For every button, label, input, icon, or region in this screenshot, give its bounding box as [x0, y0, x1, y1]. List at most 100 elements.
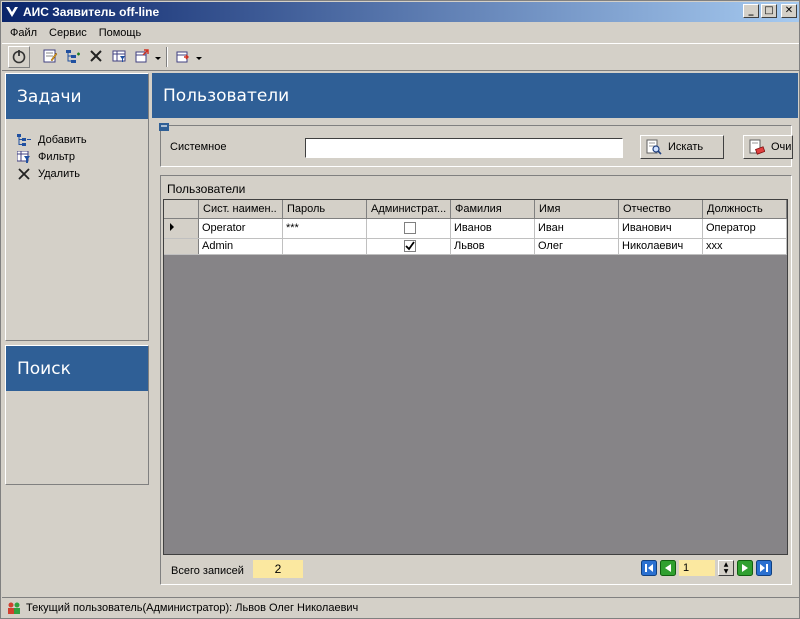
edit-button[interactable]: [39, 46, 61, 68]
last-page-button[interactable]: [756, 560, 772, 576]
import-icon: [175, 48, 191, 67]
current-row-icon: [170, 222, 174, 231]
cell-first-name[interactable]: Иван: [534, 218, 619, 239]
task-add[interactable]: Добавить: [16, 131, 148, 148]
row-header-corner: [164, 200, 199, 219]
tasks-title: Задачи: [6, 74, 148, 119]
table-row[interactable]: Admin Львов Олег Николаевич ххх: [164, 238, 787, 255]
first-page-icon: [641, 560, 657, 576]
title-bar[interactable]: АИС Заявитель off-line _ □ ✕: [2, 2, 799, 22]
export-icon: [134, 48, 150, 67]
menu-help[interactable]: Помощь: [93, 27, 148, 39]
status-text: Текущий пользователь(Администратор): Льв…: [26, 602, 359, 614]
left-pane: Задачи Добавить Фильтр Удалить Поиск: [5, 73, 149, 485]
admin-checkbox[interactable]: [404, 222, 416, 234]
filter-icon: [111, 48, 127, 67]
search-button-label: Искать: [668, 141, 704, 153]
column-header-last-name[interactable]: Фамилия: [450, 200, 535, 219]
cell-login[interactable]: Operator: [198, 218, 283, 239]
search-icon: [646, 139, 662, 155]
window-title: АИС Заявитель off-line: [23, 5, 160, 19]
main-area: Пользователи Системное Искать Очи Пользо…: [152, 73, 798, 592]
page-number-input[interactable]: 1: [679, 560, 715, 576]
users-grid[interactable]: Сист. наимен.. Пароль Администрат... Фам…: [163, 199, 788, 555]
search-button[interactable]: Искать: [640, 135, 724, 159]
task-list: Добавить Фильтр Удалить: [6, 119, 148, 182]
delete-icon: [16, 167, 32, 181]
filter-icon: [16, 150, 32, 164]
users-icon: [6, 601, 22, 615]
cell-admin[interactable]: [366, 238, 451, 255]
users-table: Сист. наимен.. Пароль Администрат... Фам…: [164, 200, 787, 255]
clear-button[interactable]: Очи: [743, 135, 793, 159]
add-icon: [16, 133, 32, 147]
chevron-down-icon: [196, 51, 202, 64]
column-header-password[interactable]: Пароль: [282, 200, 367, 219]
page-title: Пользователи: [152, 73, 798, 118]
cell-last-name[interactable]: Львов: [450, 238, 535, 255]
row-selector[interactable]: [164, 218, 199, 239]
first-page-button[interactable]: [641, 560, 657, 576]
menu-service[interactable]: Сервис: [43, 27, 93, 39]
maximize-button[interactable]: □: [761, 4, 777, 18]
system-name-label: Системное: [170, 141, 227, 153]
spin-up-icon[interactable]: ▲: [719, 561, 733, 568]
tasks-panel: Задачи Добавить Фильтр Удалить: [5, 73, 149, 341]
filter-panel: Системное Искать Очи: [159, 123, 793, 167]
toolbar-separator: [166, 47, 168, 67]
chevron-down-icon: [155, 51, 161, 64]
cell-position[interactable]: Оператор: [702, 218, 787, 239]
column-header-admin[interactable]: Администрат...: [366, 200, 451, 219]
cell-password[interactable]: [282, 238, 367, 255]
task-add-label: Добавить: [38, 133, 87, 146]
next-page-button[interactable]: [737, 560, 753, 576]
column-header-login[interactable]: Сист. наимен..: [198, 200, 283, 219]
task-filter[interactable]: Фильтр: [16, 148, 148, 165]
cell-admin[interactable]: [366, 218, 451, 239]
system-name-input[interactable]: [305, 138, 623, 158]
next-page-icon: [737, 560, 753, 576]
minimize-button[interactable]: _: [743, 4, 759, 18]
clear-icon: [749, 139, 765, 155]
edit-icon: [42, 48, 58, 67]
delete-button[interactable]: [85, 46, 107, 68]
table-row[interactable]: Operator *** Иванов Иван Иванович Операт…: [164, 218, 787, 239]
power-button[interactable]: [8, 46, 30, 68]
search-panel: Поиск: [5, 345, 149, 485]
total-records-label: Всего записей: [171, 565, 244, 577]
delete-icon: [88, 48, 104, 67]
task-delete-label: Удалить: [38, 167, 80, 180]
admin-checkbox[interactable]: [404, 240, 416, 252]
add-button[interactable]: [62, 46, 84, 68]
task-delete[interactable]: Удалить: [16, 165, 148, 182]
column-header-first-name[interactable]: Имя: [534, 200, 619, 219]
toolbar: [2, 43, 799, 71]
app-logo-icon: [5, 5, 19, 19]
cell-middle-name[interactable]: Николаевич: [618, 238, 703, 255]
prev-page-button[interactable]: [660, 560, 676, 576]
row-selector[interactable]: [164, 238, 199, 255]
cell-login[interactable]: Admin: [198, 238, 283, 255]
grid-title: Пользователи: [167, 182, 246, 196]
import-button[interactable]: [172, 46, 194, 68]
cell-last-name[interactable]: Иванов: [450, 218, 535, 239]
total-records-value: 2: [253, 560, 303, 578]
column-header-position[interactable]: Должность: [702, 200, 787, 219]
export-dropdown[interactable]: [154, 46, 162, 68]
filter-button[interactable]: [108, 46, 130, 68]
cell-password[interactable]: ***: [282, 218, 367, 239]
page-spinner[interactable]: ▲ ▼: [718, 560, 734, 576]
spin-down-icon[interactable]: ▼: [719, 568, 733, 575]
cell-first-name[interactable]: Олег: [534, 238, 619, 255]
collapse-button[interactable]: [159, 123, 169, 131]
status-bar: Текущий пользователь(Администратор): Льв…: [2, 597, 799, 618]
export-button[interactable]: [131, 46, 153, 68]
cell-middle-name[interactable]: Иванович: [618, 218, 703, 239]
menu-file[interactable]: Файл: [4, 27, 43, 39]
import-dropdown[interactable]: [195, 46, 203, 68]
close-button[interactable]: ✕: [781, 4, 797, 18]
app-window: АИС Заявитель off-line _ □ ✕ Файл Сервис…: [0, 0, 800, 619]
menu-bar: Файл Сервис Помощь: [2, 23, 799, 42]
cell-position[interactable]: ххх: [702, 238, 787, 255]
column-header-middle-name[interactable]: Отчество: [618, 200, 703, 219]
